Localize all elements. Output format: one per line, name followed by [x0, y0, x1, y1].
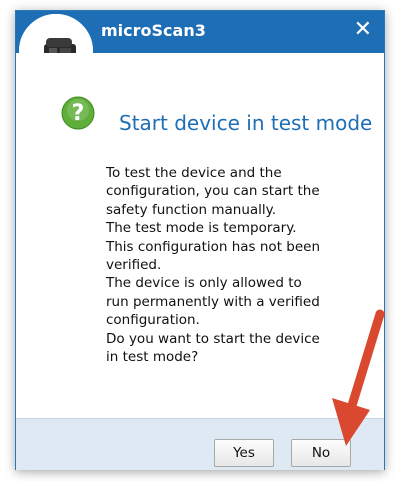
red-arrow-annotation-icon: [332, 309, 385, 446]
dialog-heading: Start device in test mode: [119, 111, 373, 135]
svg-text:?: ?: [72, 101, 85, 126]
yes-button[interactable]: Yes: [214, 439, 274, 467]
dialog-message: To test the device and the configuration…: [106, 165, 321, 366]
question-mark-icon: ?: [61, 96, 95, 130]
close-button[interactable]: ✕: [354, 17, 372, 43]
window-title: microScan3: [101, 21, 206, 40]
